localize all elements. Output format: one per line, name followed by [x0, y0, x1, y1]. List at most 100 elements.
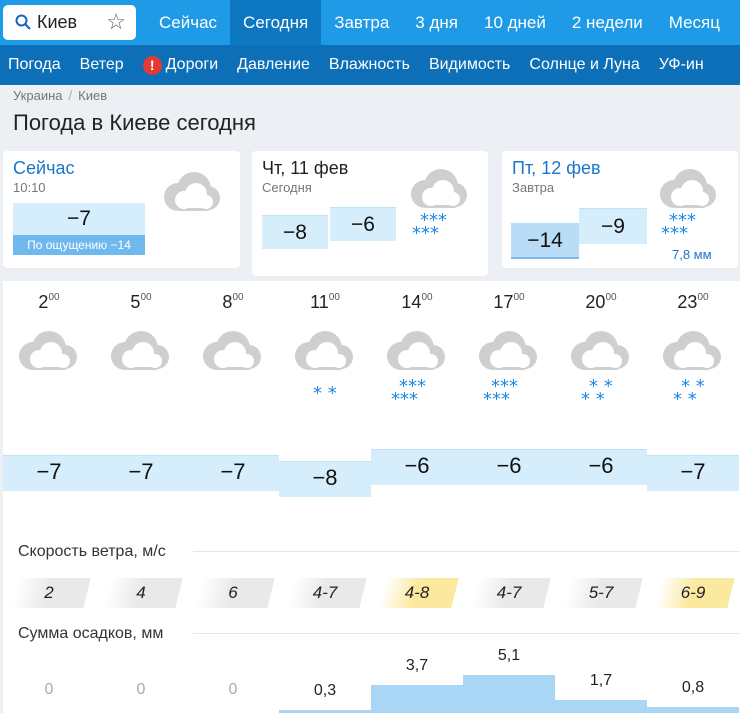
- subnav-item-6[interactable]: Солнце и Луна: [521, 56, 650, 74]
- search-city[interactable]: Киев: [37, 12, 77, 33]
- hour-value: 5: [130, 292, 141, 312]
- svg-text:***: ***: [661, 223, 688, 243]
- hour-temp: −8: [312, 465, 338, 490]
- parameter-nav: Погода Ветер! Дороги Давление Влажность Видим…: [0, 45, 740, 85]
- wind-speed: 4-7: [312, 583, 338, 602]
- tab-4[interactable]: 10 дней: [471, 0, 559, 45]
- tomorrow-sub: Завтра: [512, 180, 555, 195]
- subnav-item-4[interactable]: Влажность: [321, 56, 421, 74]
- hourly-forecast: Скорость ветра, м/с Сумма осадков, мм 20…: [3, 281, 740, 713]
- precip-amount: 3,7: [405, 657, 429, 674]
- period-tabs: Сейчас Сегодня Завтра 3 дня 10 дней 2 недели М…: [146, 0, 740, 45]
- hour-time: 200: [3, 292, 95, 313]
- hour-time: 1400: [371, 292, 463, 313]
- search-icon: [15, 14, 31, 30]
- hour-minutes: 00: [697, 292, 709, 303]
- today-card[interactable]: Чт, 11 фев Сегодня *** *** −8 −6: [252, 151, 488, 276]
- tab-0[interactable]: Сейчас: [146, 0, 230, 45]
- subnav-item-label: Солнце и Луна: [529, 56, 640, 73]
- hour-temp: −7: [128, 459, 154, 484]
- tab-3[interactable]: 3 дня: [402, 0, 471, 45]
- svg-text:* *: * *: [581, 389, 605, 410]
- subnav-item-label: Дороги: [165, 56, 219, 73]
- hour-time: 2000: [555, 292, 647, 313]
- snow-icon: *** ***: [660, 169, 716, 243]
- hour-minutes: 00: [513, 292, 525, 303]
- svg-text:***: ***: [412, 223, 439, 243]
- tomorrow-label: Пт, 12 фев: [512, 158, 601, 178]
- favorite-star-icon[interactable]: ☆: [106, 9, 126, 35]
- svg-text:* *: * *: [313, 383, 337, 404]
- now-card[interactable]: Сейчас 10:10 −7 По ощущению −14: [3, 151, 240, 268]
- hour-time: 1700: [463, 292, 555, 313]
- tab-2[interactable]: Завтра: [321, 0, 402, 45]
- hour-column: 800 −7 6 0: [187, 281, 279, 713]
- tab-1[interactable]: Сегодня: [230, 0, 322, 45]
- cloudy-icon: [13, 327, 83, 416]
- cloudy-icon: [105, 327, 175, 416]
- subnav-item-7[interactable]: УФ-ин: [651, 56, 715, 74]
- wind-speed: 4: [136, 583, 146, 602]
- tomorrow-card[interactable]: Пт, 12 фев Завтра *** *** 7,8 мм −14 −9: [502, 151, 738, 268]
- now-time: 10:10: [13, 180, 46, 195]
- today-sub: Сегодня: [262, 180, 312, 195]
- wind-speed: 6: [228, 583, 238, 602]
- tomorrow-min: −14: [511, 223, 579, 259]
- wind-speed: 6-9: [680, 583, 706, 602]
- tomorrow-precip: 7,8 мм: [672, 247, 712, 262]
- hour-value: 20: [585, 292, 606, 312]
- tab-6[interactable]: Месяц: [656, 0, 733, 45]
- wind-speed: 4-7: [496, 583, 522, 602]
- hour-minutes: 00: [421, 292, 433, 303]
- subnav-item-label: Влажность: [328, 56, 410, 73]
- breadcrumb-separator: /: [68, 88, 73, 103]
- precip-bar: [463, 675, 555, 713]
- precip-bar: [647, 707, 739, 713]
- hour-minutes: 00: [48, 292, 60, 303]
- precip-amount: 0,8: [681, 679, 705, 696]
- hour-temp: −6: [404, 453, 430, 478]
- alert-icon: !: [142, 55, 162, 75]
- search-box[interactable]: Киев ☆: [3, 5, 136, 40]
- wind-speed: 5-7: [588, 583, 614, 602]
- subnav-item-1[interactable]: Ветер: [72, 56, 135, 74]
- hour-value: 17: [493, 292, 514, 312]
- hour-column: 1400 *** *** −6 4-8 3,7: [371, 281, 463, 713]
- top-nav: Киев ☆ Сейчас Сегодня Завтра 3 дня 10 дней 2 …: [0, 0, 740, 45]
- now-feels: По ощущению −14: [13, 235, 145, 255]
- hour-time: 2300: [647, 292, 739, 313]
- svg-text:***: ***: [483, 389, 510, 410]
- precip-amount: 0: [136, 681, 146, 698]
- precip-bar: [555, 700, 647, 713]
- hour-column: 1700 *** *** −6 4-7 5,1: [463, 281, 555, 713]
- cloudy-icon: [164, 172, 220, 211]
- precip-amount: 5,1: [497, 647, 521, 664]
- hour-column: 200 −7 2 0: [3, 281, 95, 713]
- hour-time: 500: [95, 292, 187, 313]
- hour-temp: −6: [496, 453, 522, 478]
- subnav-item-3[interactable]: Давление: [229, 56, 321, 74]
- wind-speed: 4-8: [404, 583, 430, 602]
- hour-temp: −7: [36, 459, 62, 484]
- page-title: Погода в Киеве сегодня: [13, 110, 256, 135]
- breadcrumb-city[interactable]: Киев: [78, 88, 107, 103]
- subnav-item-label: УФ-ин: [658, 56, 704, 73]
- subnav-item-5[interactable]: Видимость: [421, 56, 521, 74]
- subnav-item-0[interactable]: Погода: [0, 56, 72, 74]
- cloudy-icon: [197, 327, 267, 416]
- svg-text:* *: * *: [673, 389, 697, 410]
- breadcrumb: Украина / Киев: [13, 88, 107, 103]
- breadcrumb-country[interactable]: Украина: [13, 88, 63, 103]
- hour-temp: −7: [220, 459, 246, 484]
- tab-5[interactable]: 2 недели: [559, 0, 656, 45]
- hour-time: 1100: [279, 292, 371, 313]
- precip-amount: 1,7: [589, 672, 613, 689]
- snow-icon: *** ***: [381, 327, 451, 416]
- subnav-item-2[interactable]: ! Дороги: [135, 55, 229, 75]
- hour-temp: −6: [588, 453, 614, 478]
- hour-column: 2000 * * * * −6 5-7 1,7: [555, 281, 647, 713]
- precip-amount: 0: [228, 681, 238, 698]
- now-label: Сейчас: [13, 158, 75, 178]
- tab-7[interactable]: Е: [733, 0, 740, 45]
- hour-time: 800: [187, 292, 279, 313]
